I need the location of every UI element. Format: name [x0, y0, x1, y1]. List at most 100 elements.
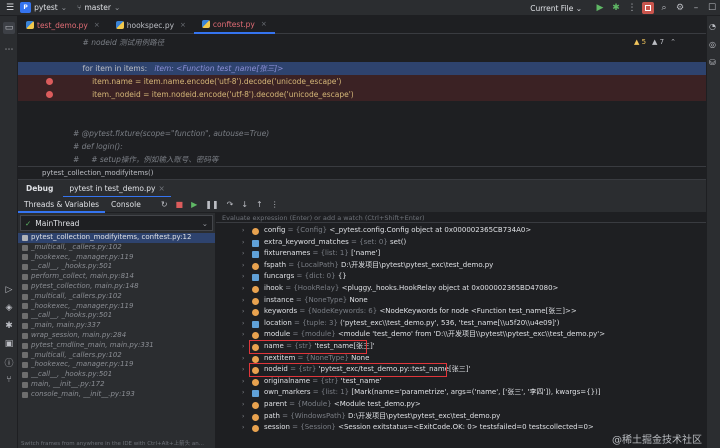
chevron-right-icon[interactable]: ›	[242, 387, 244, 399]
variable-row[interactable]: › config = {Config} <_pytest.config.Confi…	[216, 225, 706, 237]
stack-frame[interactable]: __call__, _hooks.py:501	[18, 311, 215, 321]
run-tool-icon[interactable]: ▷	[3, 284, 15, 296]
code-line: item.name = item.name.encode('utf-8').de…	[18, 75, 706, 88]
chevron-right-icon[interactable]: ›	[242, 271, 244, 283]
variable-row[interactable]: › location = {tuple: 3} ('pytest_exc\\tes…	[216, 318, 706, 330]
chevron-right-icon[interactable]: ›	[242, 353, 244, 365]
close-icon[interactable]: ×	[94, 21, 100, 29]
python-file-icon	[26, 21, 34, 29]
more-icon[interactable]: ⋮	[271, 200, 279, 209]
variable-row[interactable]: › extra_keyword_matches = {set: 0} set()	[216, 237, 706, 249]
main-menu-icon[interactable]: ☰	[6, 3, 14, 13]
chevron-right-icon[interactable]: ›	[242, 318, 244, 330]
thread-selector[interactable]: ✓ MainThread ⌄	[20, 215, 213, 231]
chevron-right-icon[interactable]: ›	[242, 225, 244, 237]
pause-icon[interactable]: ❚❚	[205, 200, 218, 209]
search-icon[interactable]: ⌕	[656, 0, 672, 16]
variable-row[interactable]: › ihook = {HookRelay} <pluggy._hooks.Hook…	[216, 283, 706, 295]
variable-row[interactable]: › keywords = {NodeKeywords: 6} <NodeKeywo…	[216, 306, 706, 318]
close-icon[interactable]: ×	[261, 20, 267, 28]
variable-row[interactable]: › funcargs = {dict: 0} {}	[216, 271, 706, 283]
notifications-icon[interactable]: ◔	[709, 22, 716, 31]
resume-icon[interactable]: ▶	[191, 200, 197, 209]
stack-frame[interactable]: pytest_collection_modifyitems, conftest.…	[18, 233, 215, 243]
tab-console[interactable]: Console	[105, 197, 147, 213]
chevron-right-icon[interactable]: ›	[242, 329, 244, 341]
version-control-icon[interactable]: ⑂	[3, 374, 15, 386]
step-out-icon[interactable]: ↑	[256, 200, 263, 209]
breakpoint-icon[interactable]	[46, 78, 53, 85]
chevron-right-icon[interactable]: ›	[242, 364, 244, 376]
variable-value: <Session exitstatus=<ExitCode.OK: 0> tes…	[338, 423, 594, 432]
stack-frame[interactable]: _hookexec, _manager.py:119	[18, 253, 215, 263]
editor-tab[interactable]: test_demo.py ×	[18, 16, 108, 34]
evaluate-expression-input[interactable]: Evaluate expression (Enter) or add a wat…	[216, 213, 706, 223]
variable-icon	[252, 251, 259, 259]
chevron-right-icon[interactable]: ›	[242, 260, 244, 272]
terminal-icon[interactable]: ▣	[3, 338, 15, 350]
stop-icon[interactable]: ■	[176, 200, 184, 209]
debug-tool-icon[interactable]: ✱	[3, 320, 15, 332]
variable-row[interactable]: › originalname = {str} 'test_name'	[216, 376, 706, 388]
stack-frame[interactable]: _multicall, _callers.py:102	[18, 351, 215, 361]
stack-frame[interactable]: _main, main.py:337	[18, 321, 215, 331]
chevron-right-icon[interactable]: ›	[242, 376, 244, 388]
close-icon[interactable]: ×	[158, 184, 164, 193]
chevron-right-icon[interactable]: ›	[242, 422, 244, 434]
chevron-right-icon[interactable]: ›	[242, 283, 244, 295]
database-icon[interactable]: ⛁	[709, 58, 716, 67]
step-over-icon[interactable]: ↷	[227, 200, 234, 209]
stack-frame[interactable]: console_main, __init__.py:193	[18, 390, 215, 400]
editor-tab[interactable]: conftest.py ×	[193, 16, 275, 34]
python-packages-icon[interactable]: ◈	[3, 302, 15, 314]
variable-row[interactable]: › instance = {NoneType} None	[216, 295, 706, 307]
breakpoint-icon[interactable]	[46, 91, 53, 98]
run-icon[interactable]: ▶	[592, 0, 608, 16]
breadcrumb[interactable]: pytest_collection_modifyitems()	[18, 166, 706, 178]
stack-frame[interactable]: pytest_collection, main.py:148	[18, 282, 215, 292]
structure-icon[interactable]: ⋯	[3, 44, 15, 56]
chevron-right-icon[interactable]: ›	[242, 295, 244, 307]
variable-row[interactable]: › own_markers = {list: 1} [Mark(name='par…	[216, 387, 706, 399]
stack-frame[interactable]: _hookexec, _manager.py:119	[18, 302, 215, 312]
run-config-selector[interactable]: Current File ⌄	[530, 4, 582, 13]
branch-selector[interactable]: ⑂ master ⌄	[77, 3, 120, 12]
settings-icon[interactable]: ⚙	[672, 0, 688, 16]
project-view-icon[interactable]: ▭	[3, 22, 15, 34]
project-selector[interactable]: P pytest ⌄	[20, 2, 67, 13]
variable-row[interactable]: › parent = {Module} <Module test_demo.py>	[216, 399, 706, 411]
tab-threads-variables[interactable]: Threads & Variables	[18, 197, 106, 213]
close-icon[interactable]: ×	[180, 21, 186, 29]
debug-session-tab[interactable]: pytest in test_demo.py ×	[63, 180, 171, 198]
stack-frame[interactable]: main, __init__.py:172	[18, 380, 215, 390]
stack-frame[interactable]: wrap_session, main.py:284	[18, 331, 215, 341]
variable-row[interactable]: › fixturenames = {list: 1} ['name']	[216, 248, 706, 260]
stack-frame[interactable]: perform_collect, main.py:814	[18, 272, 215, 282]
stack-frame[interactable]: pytest_cmdline_main, main.py:331	[18, 341, 215, 351]
rerun-icon[interactable]: ↻	[161, 200, 168, 209]
stack-frame[interactable]: _multicall, _callers.py:102	[18, 243, 215, 253]
breakpoint-icon[interactable]	[46, 65, 53, 72]
variable-row[interactable]: › path = {WindowsPath} D:\开发项目\pytest\pyt…	[216, 411, 706, 423]
chevron-right-icon[interactable]: ›	[242, 341, 244, 353]
chevron-right-icon[interactable]: ›	[242, 237, 244, 249]
code-editor[interactable]: ▲ 5 ▲ 7 ⌃ # nodeid 测试用例路径 for item in it…	[18, 34, 706, 166]
variable-row[interactable]: › fspath = {LocalPath} D:\开发项目\pytest\pyt…	[216, 260, 706, 272]
more-icon[interactable]: ⋮	[624, 0, 640, 16]
stack-frame[interactable]: _hookexec, _manager.py:119	[18, 360, 215, 370]
minimize-button[interactable]: –	[688, 0, 704, 16]
step-into-icon[interactable]: ↓	[241, 200, 248, 209]
chevron-right-icon[interactable]: ›	[242, 306, 244, 318]
chevron-right-icon[interactable]: ›	[242, 248, 244, 260]
stop-button[interactable]	[642, 2, 654, 14]
chevron-right-icon[interactable]: ›	[242, 411, 244, 423]
problems-icon[interactable]: ⓘ	[3, 356, 15, 369]
editor-tab[interactable]: hookspec.py ×	[108, 16, 194, 34]
chevron-right-icon[interactable]: ›	[242, 399, 244, 411]
debug-icon[interactable]: ✱	[608, 0, 624, 16]
stack-frame[interactable]: __call__, _hooks.py:501	[18, 370, 215, 380]
stack-frame[interactable]: __call__, _hooks.py:501	[18, 262, 215, 272]
ai-assistant-icon[interactable]: ◎	[709, 40, 716, 49]
maximize-button[interactable]: ☐	[704, 0, 720, 16]
stack-frame[interactable]: _multicall, _callers.py:102	[18, 292, 215, 302]
